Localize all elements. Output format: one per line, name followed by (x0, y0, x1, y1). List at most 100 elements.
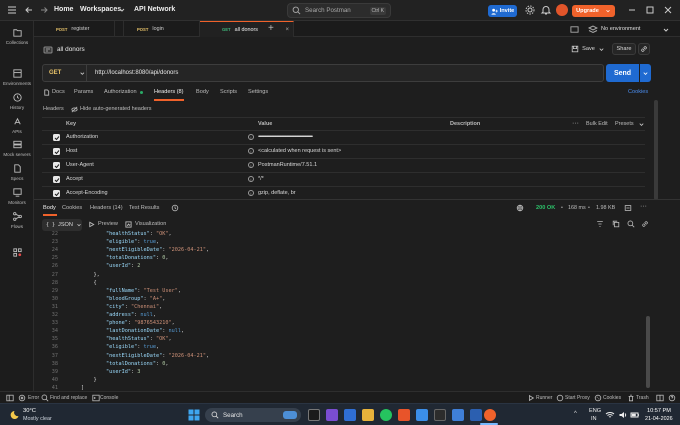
invite-button[interactable]: Invite (488, 5, 517, 17)
preview-button[interactable]: Preview (98, 221, 118, 227)
info-icon[interactable]: i (248, 190, 254, 196)
sidebar-item-environments[interactable]: Environments (0, 68, 34, 86)
taskbar-app-icon[interactable] (416, 409, 428, 421)
info-icon[interactable]: i (248, 148, 254, 154)
copy-link-button[interactable] (638, 43, 650, 55)
header-value[interactable]: <calculated when request is sent> (258, 148, 341, 154)
sidebar-item-specs[interactable]: Specs (0, 163, 34, 181)
wifi-icon[interactable] (605, 410, 615, 420)
language-region[interactable]: IN (591, 416, 597, 422)
clock-time[interactable]: 10:57 PM (647, 408, 671, 414)
language-code[interactable]: ENG (589, 408, 601, 414)
visualization-button[interactable]: Visualization (135, 221, 166, 227)
settings-gear-icon[interactable] (524, 4, 536, 16)
send-button[interactable]: Send (606, 64, 639, 82)
header-enabled-checkbox[interactable] (53, 176, 60, 183)
taskbar-app-icon[interactable] (326, 409, 338, 421)
tab-docs[interactable]: Docs (52, 89, 65, 95)
sidebar-toggle-icon[interactable] (6, 394, 14, 402)
more-options-icon[interactable]: ··· (572, 120, 579, 127)
start-proxy-button[interactable]: Start Proxy (565, 395, 590, 401)
info-icon[interactable]: i (248, 134, 254, 140)
tab-headers[interactable]: Headers (8) (154, 89, 184, 95)
brave-browser-icon[interactable] (398, 409, 410, 421)
save-response-icon[interactable] (624, 204, 632, 212)
history-icon[interactable] (171, 204, 179, 212)
more-options-icon[interactable]: ··· (640, 203, 647, 210)
minimize-icon[interactable] (626, 4, 638, 16)
response-tab-cookies[interactable]: Cookies (62, 205, 82, 211)
home-link[interactable]: Home (54, 6, 73, 13)
trash-button[interactable]: Trash (636, 395, 649, 401)
http-method-select[interactable]: GET (43, 65, 87, 81)
tab-body[interactable]: Body (196, 89, 209, 95)
header-key[interactable]: Accept (66, 176, 83, 182)
sidebar-item-flows[interactable]: Flows (0, 211, 34, 229)
tab-login[interactable]: POST login (114, 21, 200, 37)
postman-app-icon[interactable] (484, 409, 496, 421)
header-key[interactable]: Host (66, 148, 77, 154)
close-tab-icon[interactable]: × (285, 27, 289, 33)
info-icon[interactable]: i (248, 176, 254, 182)
vscode-icon[interactable] (470, 409, 482, 421)
taskbar-search-box[interactable]: Search (205, 408, 301, 422)
header-value[interactable]: gzip, deflate, br (258, 190, 296, 196)
header-enabled-checkbox[interactable] (53, 162, 60, 169)
taskbar-app-icon[interactable] (344, 409, 356, 421)
console-button[interactable]: Console (100, 395, 118, 401)
hide-auto-generated-toggle[interactable]: Hide auto-generated headers (80, 106, 152, 112)
status-code-badge[interactable]: 200 OK (536, 205, 555, 211)
sidebar-item-apis[interactable]: APIs (0, 116, 34, 134)
headers-scrollbar[interactable] (654, 100, 658, 200)
back-arrow-icon[interactable] (23, 4, 35, 16)
url-input[interactable]: http://localhost:8080/api/donors (95, 70, 178, 76)
header-row[interactable]: Accept-Encoding i gzip, deflate, br (42, 186, 645, 198)
response-format-select[interactable]: { } JSON (42, 219, 82, 231)
taskbar-app-icon[interactable] (452, 409, 464, 421)
tab-register[interactable]: POST register (34, 21, 124, 37)
header-key[interactable]: Accept-Encoding (66, 190, 108, 196)
api-network-link[interactable]: API Network (134, 6, 175, 13)
sidebar-item-mock-servers[interactable]: Mock servers (0, 139, 34, 157)
header-key[interactable]: Authorization (66, 134, 98, 140)
close-icon[interactable] (662, 4, 674, 16)
volume-icon[interactable] (618, 410, 628, 420)
filter-icon[interactable] (596, 220, 604, 228)
forward-arrow-icon[interactable] (38, 4, 50, 16)
chevron-down-icon[interactable] (662, 26, 670, 34)
eye-off-icon[interactable] (71, 106, 78, 113)
whatsapp-icon[interactable] (380, 409, 392, 421)
tab-authorization[interactable]: Authorization (104, 89, 137, 95)
maximize-icon[interactable] (644, 4, 656, 16)
send-options-button[interactable] (640, 64, 651, 82)
sidebar-item-collections[interactable]: Collections (0, 27, 34, 45)
presets-dropdown[interactable]: Presets (615, 121, 634, 127)
chevron-up-icon[interactable]: ^ (574, 411, 577, 417)
header-row[interactable]: Authorization i ••••••••••••••••••••••••… (42, 130, 645, 144)
search-input[interactable]: Search Postman Ctrl K (287, 3, 391, 18)
environment-selector[interactable]: No environment (601, 26, 641, 32)
tab-params[interactable]: Params (74, 89, 93, 95)
windows-start-icon[interactable] (188, 409, 200, 421)
tab-scripts[interactable]: Scripts (220, 89, 237, 95)
header-value[interactable]: */* (258, 176, 264, 182)
weather-description[interactable]: Mostly clear (23, 416, 52, 422)
header-enabled-checkbox[interactable] (53, 148, 60, 155)
runner-button[interactable]: Runner (536, 395, 552, 401)
response-tab-test-results[interactable]: Test Results (129, 205, 159, 211)
header-key[interactable]: User-Agent (66, 162, 94, 168)
response-tab-headers[interactable]: Headers (14) (90, 205, 123, 211)
response-time[interactable]: 168 ms (568, 205, 586, 211)
pane-divider[interactable] (34, 199, 680, 200)
cookies-button[interactable]: Cookies (603, 395, 621, 401)
header-value[interactable]: ••••••••••••••••••••••••••••••••••••••••… (258, 134, 448, 140)
response-body-viewer[interactable]: 22 "healthStatus": "OK", 23 "eligible": t… (42, 231, 650, 391)
workspaces-menu[interactable]: Workspaces (80, 6, 121, 13)
response-tab-body[interactable]: Body (43, 205, 56, 211)
link-icon[interactable] (641, 220, 649, 228)
sidebar-item-monitors[interactable]: Monitors (0, 187, 34, 205)
bulk-edit-button[interactable]: Bulk Edit (586, 121, 608, 127)
notification-bell-icon[interactable] (540, 4, 552, 16)
tab-settings[interactable]: Settings (248, 89, 268, 95)
tab-all-donors[interactable]: GET all donors × (200, 21, 294, 37)
